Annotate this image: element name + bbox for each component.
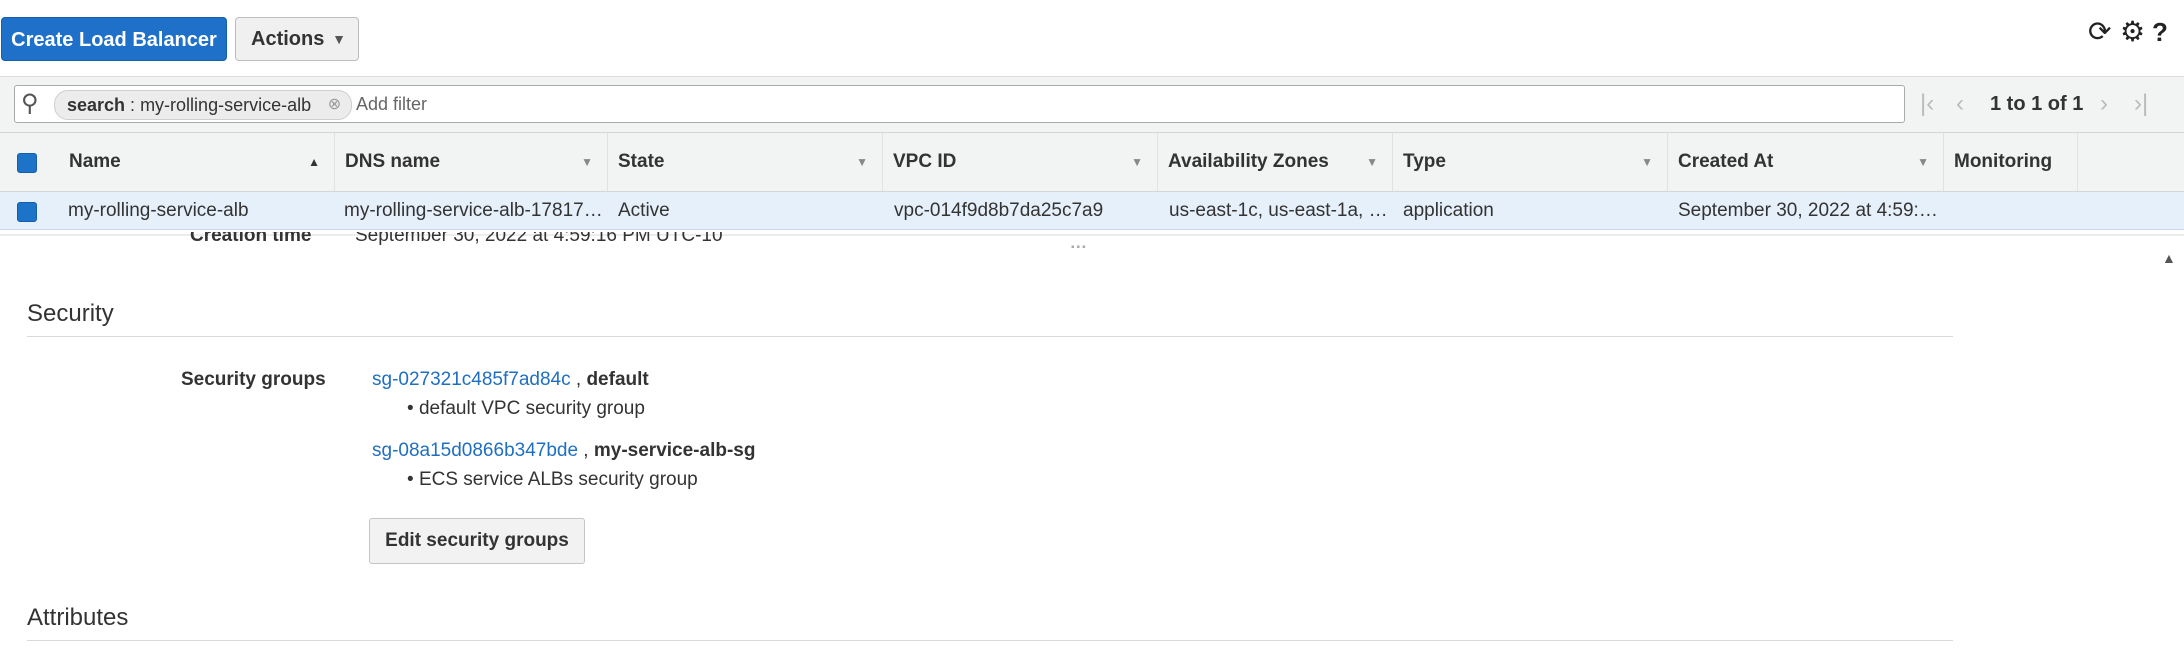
cell-created-at: September 30, 2022 at 4:59:… bbox=[1678, 200, 1938, 221]
previous-page-icon[interactable]: ‹ bbox=[1956, 85, 1964, 123]
pagination: |‹ ‹ 1 to 1 of 1 › ›| bbox=[1920, 85, 2180, 123]
scroll-up-icon[interactable]: ▲ bbox=[2162, 250, 2176, 266]
column-header-type[interactable]: Type ▼ bbox=[1393, 133, 1668, 191]
column-header-availability-zones[interactable]: Availability Zones ▼ bbox=[1158, 133, 1393, 191]
cell-name: my-rolling-service-alb bbox=[68, 200, 249, 221]
filter-token-key: search bbox=[67, 95, 126, 115]
cell-state: Active bbox=[618, 200, 670, 221]
attributes-section-title: Attributes bbox=[27, 604, 129, 631]
refresh-icon[interactable]: ⟳ bbox=[2088, 16, 2111, 48]
column-label: VPC ID bbox=[893, 151, 957, 172]
security-group-name: my-service-alb-sg bbox=[593, 440, 756, 461]
column-header-state[interactable]: State ▼ bbox=[608, 133, 883, 191]
resize-handle-icon[interactable]: ▪▪▪ bbox=[1071, 242, 1088, 253]
help-icon[interactable]: ? bbox=[2152, 16, 2168, 48]
column-header-dns-name[interactable]: DNS name ▼ bbox=[335, 133, 608, 191]
filter-bar: ⚲ search : my-rolling-service-alb ⊗ Add … bbox=[0, 76, 2184, 133]
column-header-name[interactable]: Name ▲ bbox=[59, 133, 335, 191]
column-label: Monitoring bbox=[1954, 151, 2053, 172]
sort-icon: ▼ bbox=[1131, 155, 1143, 169]
sort-icon: ▼ bbox=[581, 155, 593, 169]
security-group-description: • ECS service ALBs security group bbox=[407, 469, 698, 490]
comma: , bbox=[570, 369, 587, 390]
security-group-name: default bbox=[586, 369, 649, 390]
security-group-description-text: default VPC security group bbox=[418, 398, 645, 419]
add-filter-input[interactable]: Add filter bbox=[356, 86, 427, 122]
actions-dropdown-button[interactable]: Actions ▼ bbox=[235, 17, 359, 61]
security-group-entry: sg-08a15d0866b347bde , my-service-alb-sg bbox=[372, 440, 755, 462]
security-groups-label: Security groups bbox=[181, 369, 326, 390]
filter-token-value: my-rolling-service-alb bbox=[140, 95, 312, 115]
table-header: Name ▲ DNS name ▼ State ▼ VPC ID ▼ Avail… bbox=[0, 132, 2184, 192]
column-label: DNS name bbox=[345, 151, 441, 172]
column-label: Name bbox=[69, 151, 121, 172]
cell-dns-name: my-rolling-service-alb-17817… bbox=[344, 200, 603, 221]
cell-type: application bbox=[1403, 200, 1494, 221]
security-group-description: • default VPC security group bbox=[407, 398, 645, 419]
section-divider bbox=[27, 336, 1953, 337]
table-row[interactable]: my-rolling-service-alb my-rolling-servic… bbox=[0, 192, 2184, 230]
creation-time-label: Creation time bbox=[190, 232, 312, 246]
row-select-checkbox[interactable] bbox=[17, 202, 37, 222]
edit-security-groups-button[interactable]: Edit security groups bbox=[369, 518, 585, 564]
security-group-link[interactable]: sg-027321c485f7ad84c bbox=[372, 369, 571, 390]
sort-icon: ▼ bbox=[1917, 155, 1929, 169]
sort-ascending-icon: ▲ bbox=[308, 155, 320, 169]
column-label: State bbox=[618, 151, 665, 172]
column-header-created-at[interactable]: Created At ▼ bbox=[1668, 133, 1944, 191]
pagination-count: 1 to 1 of 1 bbox=[1990, 93, 2084, 115]
actions-label: Actions bbox=[251, 28, 325, 50]
cell-vpc-id: vpc-014f9d8b7da25c7a9 bbox=[894, 200, 1104, 221]
security-group-link[interactable]: sg-08a15d0866b347bde bbox=[372, 440, 578, 461]
search-filter-box[interactable]: ⚲ search : my-rolling-service-alb ⊗ Add … bbox=[14, 85, 1905, 123]
sort-icon: ▼ bbox=[1366, 155, 1378, 169]
select-all-checkbox[interactable] bbox=[17, 153, 37, 173]
chevron-down-icon: ▼ bbox=[332, 31, 346, 47]
column-label: Type bbox=[1403, 151, 1446, 172]
create-load-balancer-button[interactable]: Create Load Balancer bbox=[1, 17, 227, 61]
first-page-icon[interactable]: |‹ bbox=[1920, 85, 1934, 123]
filter-token[interactable]: search : my-rolling-service-alb ⊗ bbox=[54, 90, 353, 120]
toolbar-icons: ⟳ ⚙ ? bbox=[2088, 16, 2184, 48]
security-group-entry: sg-027321c485f7ad84c , default bbox=[372, 369, 649, 391]
gear-icon[interactable]: ⚙ bbox=[2120, 16, 2145, 48]
section-divider bbox=[27, 640, 1953, 641]
column-header-vpc-id[interactable]: VPC ID ▼ bbox=[883, 133, 1158, 191]
last-page-icon[interactable]: ›| bbox=[2134, 85, 2148, 123]
column-header-monitoring[interactable]: Monitoring bbox=[1944, 133, 2078, 191]
cell-availability-zones: us-east-1c, us-east-1a, … bbox=[1169, 200, 1388, 221]
sort-icon: ▼ bbox=[1641, 155, 1653, 169]
remove-filter-icon[interactable]: ⊗ bbox=[328, 91, 341, 119]
column-label: Availability Zones bbox=[1168, 151, 1329, 172]
search-icon: ⚲ bbox=[21, 90, 39, 117]
sort-icon: ▼ bbox=[856, 155, 868, 169]
filter-token-separator: : bbox=[125, 95, 141, 115]
comma: , bbox=[578, 440, 594, 461]
column-label: Created At bbox=[1678, 151, 1774, 172]
security-section-title: Security bbox=[27, 300, 114, 327]
pane-divider[interactable] bbox=[0, 234, 2184, 236]
creation-time-value: September 30, 2022 at 4:59:16 PM UTC-10 bbox=[355, 232, 723, 246]
next-page-icon[interactable]: › bbox=[2100, 85, 2108, 123]
security-group-description-text: ECS service ALBs security group bbox=[418, 469, 698, 490]
